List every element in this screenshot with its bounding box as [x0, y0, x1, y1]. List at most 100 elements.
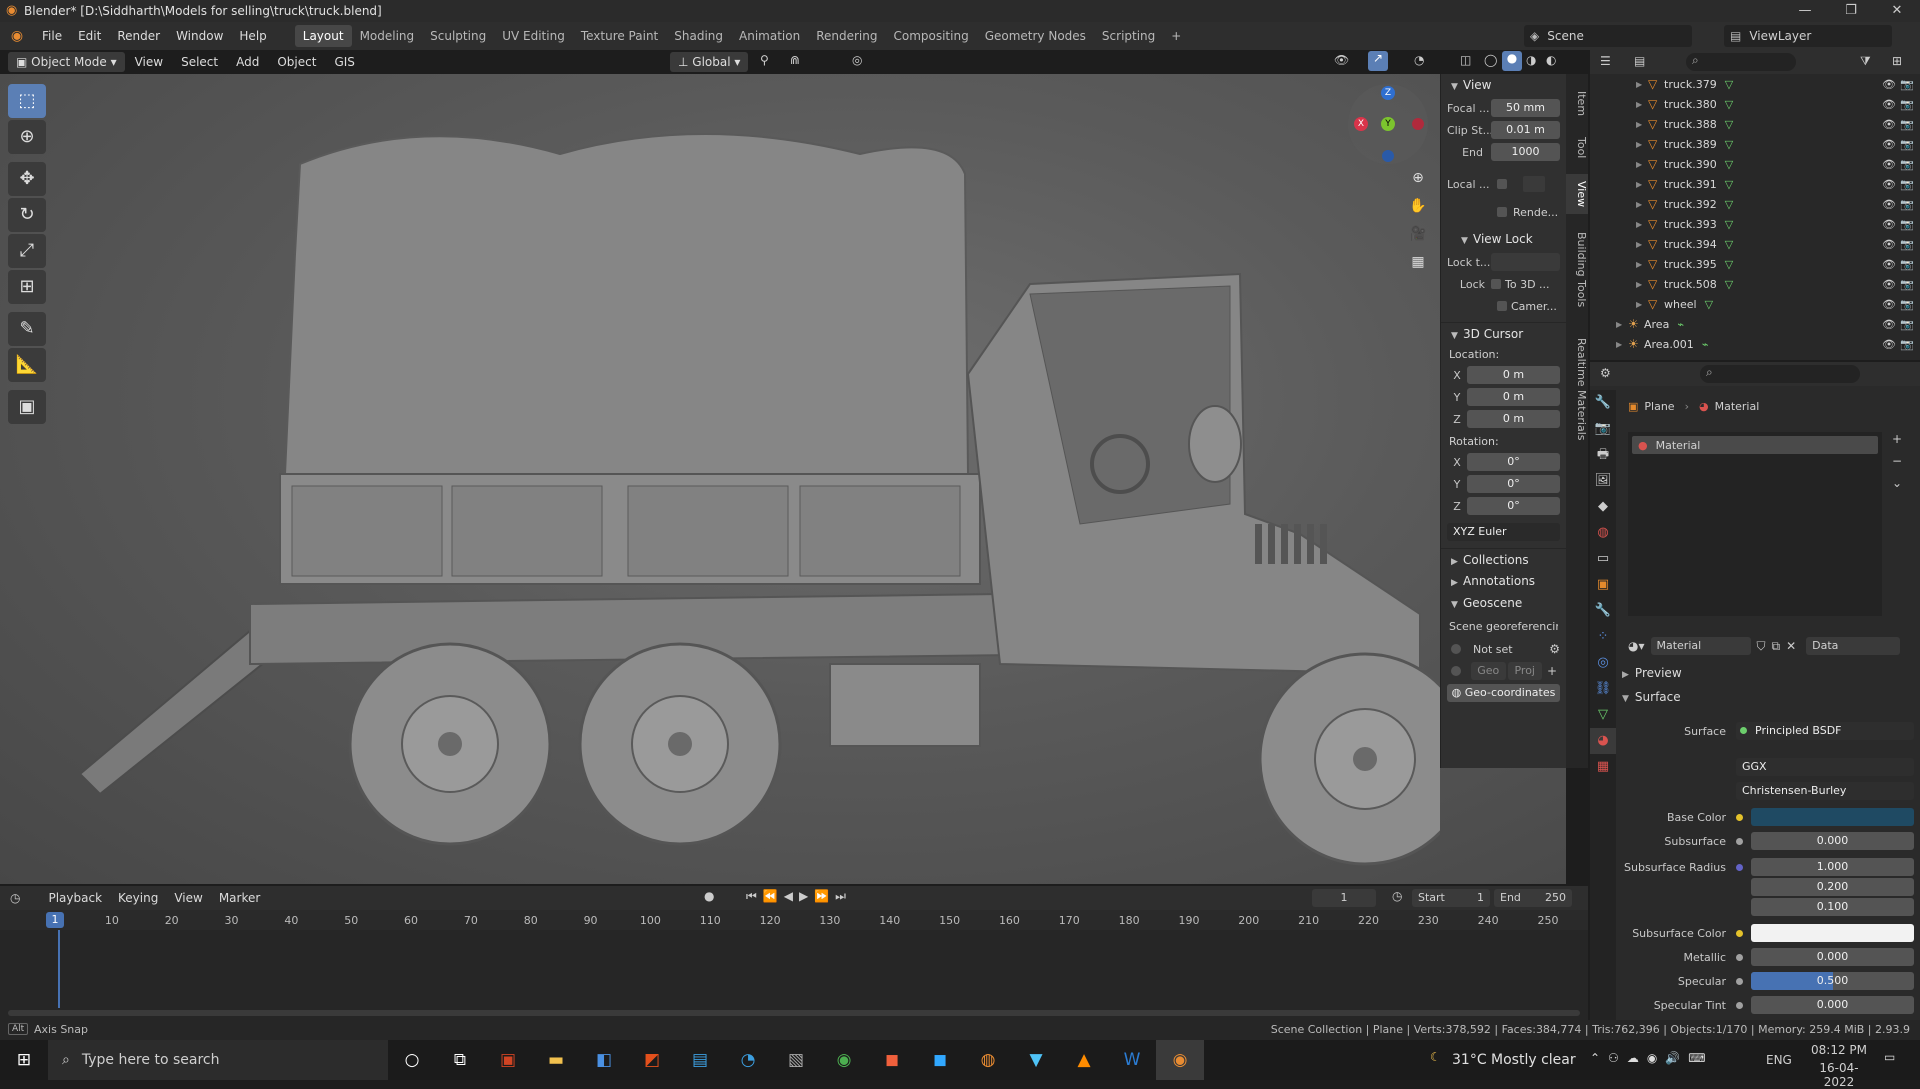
outliner-row[interactable]: ▶ ▽ truck.394 ▽ 👁 📷 [1590, 234, 1920, 254]
expand-icon[interactable]: ▶ [1636, 220, 1648, 229]
camera-view-icon[interactable]: 🎥 [1406, 226, 1430, 254]
timeline-editor-icon[interactable]: ◷ [10, 891, 20, 905]
collections-header[interactable]: ▶ Collections [1441, 548, 1566, 570]
annotations-header[interactable]: ▶ Annotations [1441, 570, 1566, 592]
subsurface-color-swatch[interactable] [1751, 924, 1914, 942]
camera-icon[interactable]: 📷 [1900, 298, 1914, 311]
orientation-selector[interactable]: ⊥ Global ▾ [670, 52, 749, 72]
geoscene-header[interactable]: ▼ Geoscene [1441, 592, 1566, 614]
3d-viewport[interactable] [0, 74, 1566, 884]
tray-icons[interactable]: ⌃⚇☁◉🔊⌨ [1590, 1051, 1714, 1065]
subsurface-method-dropdown[interactable]: Christensen-Burley [1736, 782, 1914, 800]
scale-tool-icon[interactable]: ⤢ [8, 234, 46, 268]
task-view-icon[interactable]: ⧉ [436, 1040, 484, 1080]
expand-icon[interactable]: ▶ [1616, 320, 1628, 329]
eye-icon[interactable]: 👁 [1882, 158, 1896, 171]
gizmo-neg-z[interactable] [1382, 150, 1394, 162]
wireframe-shading-icon[interactable]: ◯ [1484, 53, 1497, 67]
tab-layout[interactable]: Layout [294, 25, 352, 47]
clock-date[interactable]: 16-04-2022 [1806, 1061, 1872, 1089]
expand-icon[interactable]: ▶ [1636, 280, 1648, 289]
scene-selector[interactable]: ◈ Scene [1524, 25, 1692, 47]
tool-props-icon[interactable]: 🔧 [1590, 390, 1616, 416]
view-menu[interactable]: View [127, 52, 171, 72]
timeline-view-menu[interactable]: View [166, 891, 210, 905]
app-icon[interactable]: ▤ [676, 1040, 724, 1080]
geo-radio[interactable] [1451, 666, 1461, 676]
select-menu[interactable]: Select [173, 52, 226, 72]
camera-icon[interactable]: 📷 [1900, 78, 1914, 91]
pivot-icon[interactable]: ⚲ [760, 53, 769, 67]
xray-icon[interactable]: ◫ [1460, 53, 1471, 67]
tab-modeling[interactable]: Modeling [352, 25, 423, 47]
windows-start-icon[interactable]: ⊞ [0, 1040, 48, 1080]
proj-button[interactable]: Proj [1507, 662, 1542, 680]
camera-icon[interactable]: 📷 [1900, 278, 1914, 291]
unlink-material-icon[interactable]: ✕ [1786, 639, 1796, 653]
tab-view[interactable]: View [1566, 174, 1588, 214]
expand-icon[interactable]: ▶ [1636, 240, 1648, 249]
preview-range-icon[interactable]: ◷ [1392, 889, 1402, 903]
lock-to-3d-cursor-checkbox[interactable] [1491, 279, 1501, 289]
add-menu[interactable]: Add [228, 52, 267, 72]
material-shading-icon[interactable]: ◑ [1526, 53, 1536, 67]
playback-menu[interactable]: Playback [40, 891, 110, 905]
output-props-icon[interactable]: 🖶 [1590, 442, 1616, 468]
tab-animation[interactable]: Animation [731, 25, 808, 47]
menu-render[interactable]: Render [109, 29, 168, 43]
expand-icon[interactable]: ▶ [1636, 200, 1648, 209]
menu-file[interactable]: File [34, 29, 70, 43]
object-menu[interactable]: Object [269, 52, 324, 72]
properties-search-input[interactable]: ⌕ [1700, 365, 1860, 383]
frame-indicator[interactable]: 1 [46, 912, 64, 928]
view-lock-header[interactable]: ▼ View Lock [1441, 228, 1566, 250]
cursor-tool-icon[interactable]: ⊕ [8, 120, 46, 154]
modifier-props-icon[interactable]: 🔧 [1590, 598, 1616, 624]
outliner-row[interactable]: ▶ ▽ truck.391 ▽ 👁 📷 [1590, 174, 1920, 194]
properties-editor-icon[interactable]: ⚙ [1600, 366, 1611, 380]
menu-edit[interactable]: Edit [70, 29, 109, 43]
tab-sculpting[interactable]: Sculpting [422, 25, 494, 47]
expand-icon[interactable]: ▶ [1636, 100, 1648, 109]
rotation-x-field[interactable]: 0° [1467, 453, 1560, 471]
lock-to-object-field[interactable] [1491, 253, 1560, 271]
word-icon[interactable]: W [1108, 1040, 1156, 1080]
file-explorer-icon[interactable]: ▬ [532, 1040, 580, 1080]
clip-start-field[interactable]: 0.01 m [1491, 121, 1560, 139]
proportional-edit-icon[interactable]: ◎ [852, 53, 862, 67]
end-frame-field[interactable]: End 250 [1494, 889, 1572, 907]
camera-icon[interactable]: 📷 [1900, 338, 1914, 351]
expand-icon[interactable]: ▶ [1636, 180, 1648, 189]
eye-icon[interactable]: 👁 [1882, 298, 1896, 311]
fake-user-icon[interactable]: ⛉ [1757, 639, 1766, 654]
rotation-mode-dropdown[interactable]: XYZ Euler [1447, 523, 1560, 541]
expand-icon[interactable]: ▶ [1636, 80, 1648, 89]
clock-time[interactable]: 08:12 PM [1806, 1043, 1872, 1057]
add-workspace-button[interactable]: + [1163, 25, 1189, 47]
camera-to-view-checkbox[interactable] [1497, 301, 1507, 311]
navigation-gizmo[interactable]: Z Y X [1348, 84, 1428, 164]
object-props-icon[interactable]: ▣ [1590, 572, 1616, 598]
start-frame-field[interactable]: Start 1 [1412, 889, 1490, 907]
subsurface-radius-z-field[interactable]: 0.100 [1751, 898, 1914, 916]
preview-panel-header[interactable]: ▶ Preview [1622, 666, 1682, 680]
subsurface-radius-x-field[interactable]: 1.000 [1751, 858, 1914, 876]
expand-icon[interactable]: ▶ [1636, 160, 1648, 169]
plus-icon[interactable]: + [1544, 664, 1560, 678]
eye-icon[interactable]: 👁 [1882, 98, 1896, 111]
outliner-row[interactable]: ▶ ▽ truck.380 ▽ 👁 📷 [1590, 94, 1920, 114]
select-box-tool-icon[interactable]: ⬚ [8, 84, 46, 118]
tab-realtime-materials[interactable]: Realtime Materials [1566, 324, 1588, 454]
camera-icon[interactable]: 📷 [1900, 138, 1914, 151]
base-color-swatch[interactable] [1751, 808, 1914, 826]
surface-shader-field[interactable]: Principled BSDF [1736, 722, 1914, 740]
camera-icon[interactable]: 📷 [1900, 178, 1914, 191]
keying-menu[interactable]: Keying [110, 891, 166, 905]
minimize-button[interactable]: — [1782, 0, 1828, 22]
render-props-icon[interactable]: 📷 [1590, 416, 1616, 442]
move-tool-icon[interactable]: ✥ [8, 162, 46, 196]
surface-panel-header[interactable]: ▼ Surface [1622, 690, 1681, 704]
outliner-search-input[interactable]: ⌕ [1686, 53, 1796, 71]
specular-slider[interactable]: 0.500 [1751, 972, 1914, 990]
edge-icon[interactable]: ◔ [724, 1040, 772, 1080]
